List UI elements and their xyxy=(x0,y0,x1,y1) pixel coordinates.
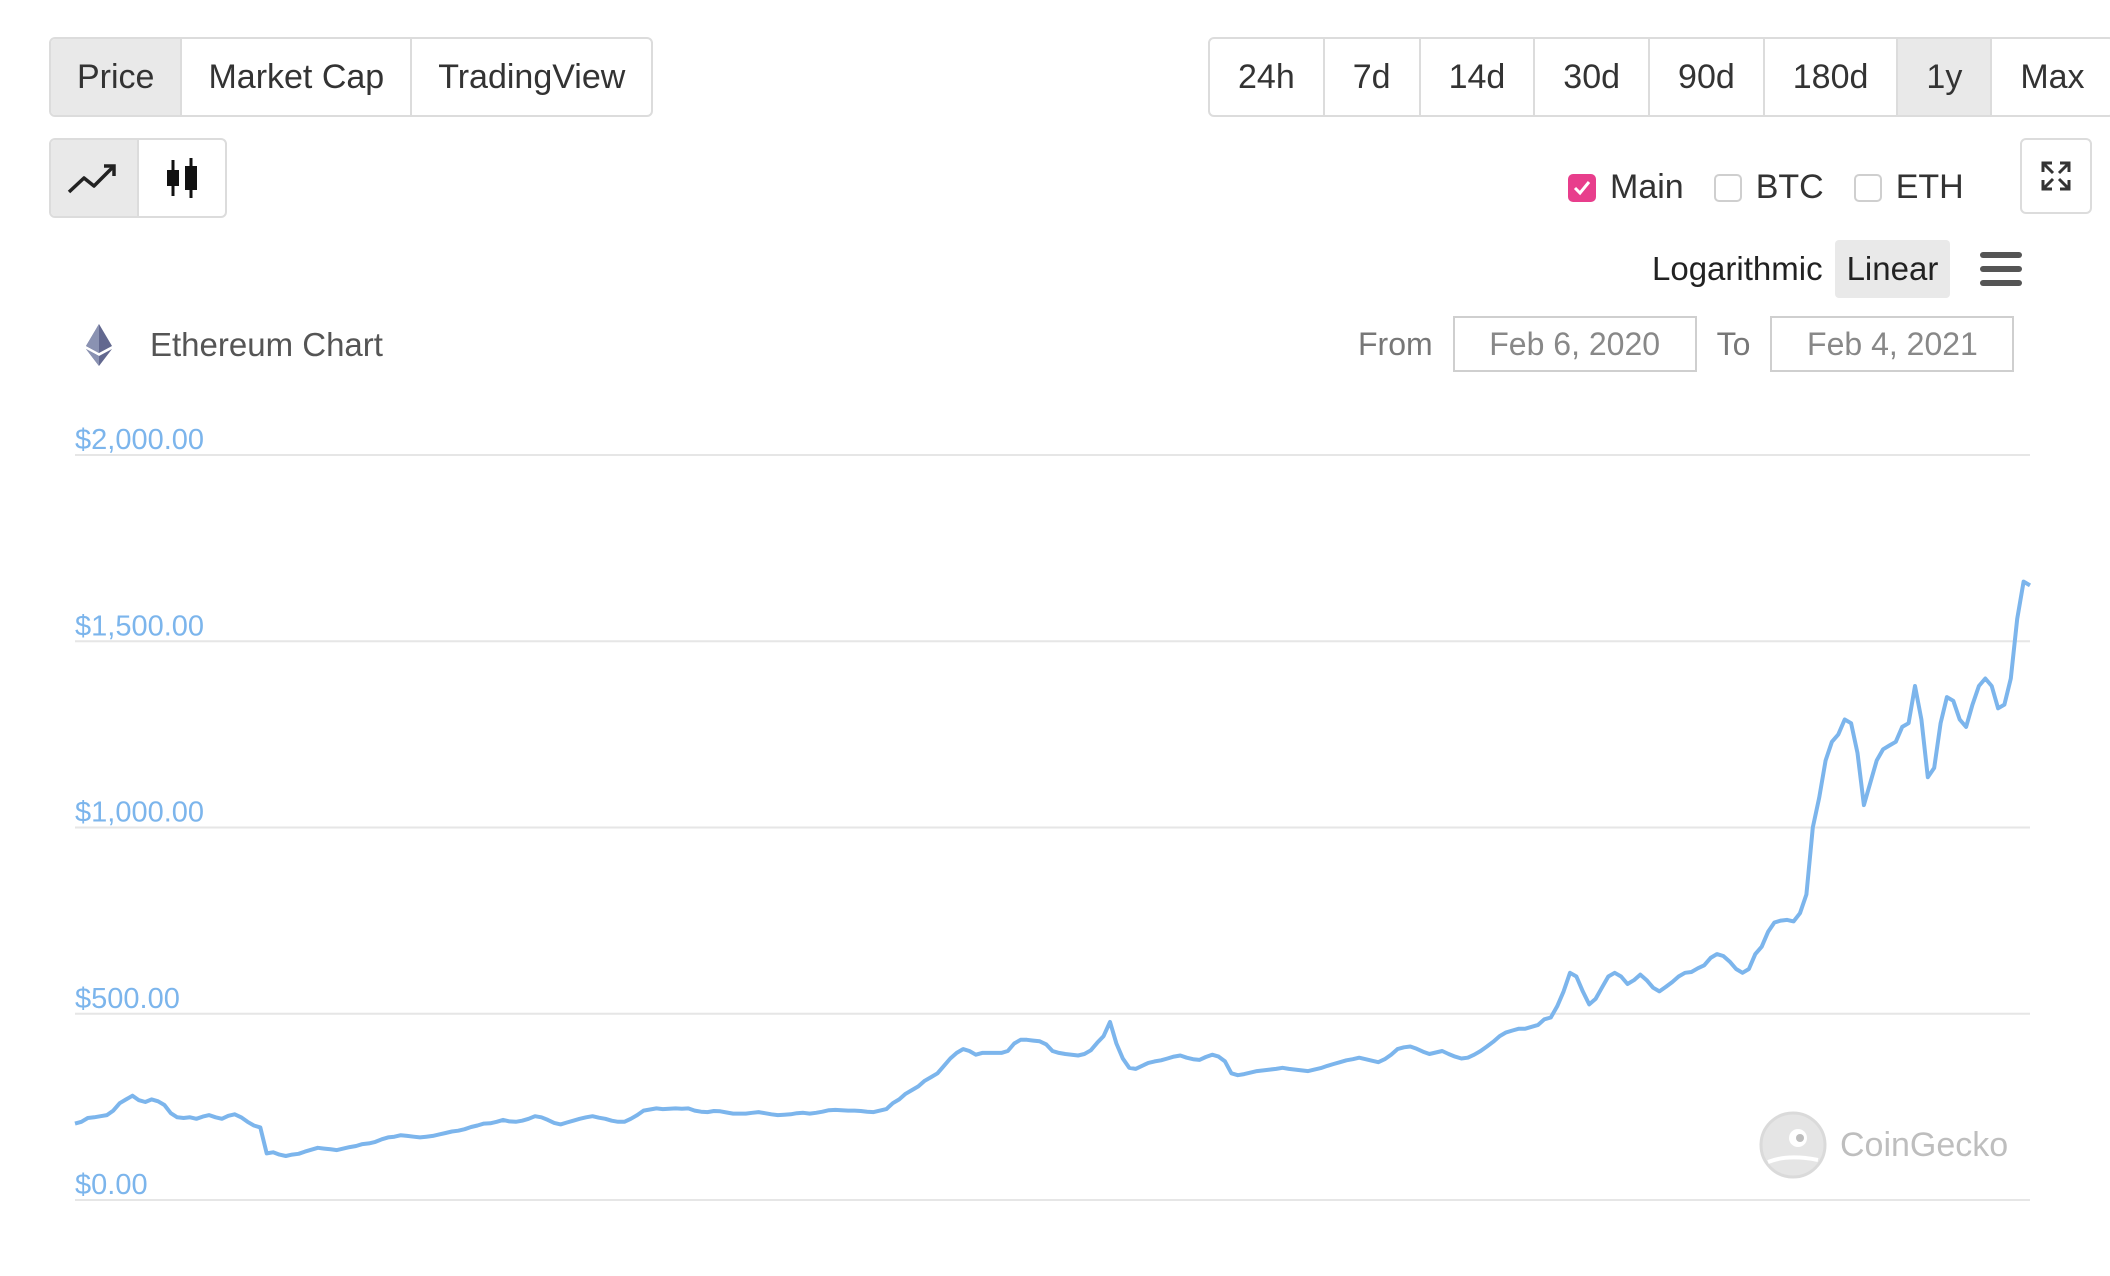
price-series-line xyxy=(74,579,2032,1158)
y-tick-label: $0.00 xyxy=(75,1169,148,1201)
y-tick-label: $500.00 xyxy=(75,983,180,1015)
price-chart: $0.00 $500.00 $1,000.00 $1,500.00 $2,000.00 xyxy=(74,424,2032,1201)
coingecko-watermark: CoinGecko xyxy=(1758,1110,2008,1180)
y-tick-label: $2,000.00 xyxy=(75,424,204,456)
watermark-text: CoinGecko xyxy=(1840,1125,2009,1164)
y-tick-label: $1,500.00 xyxy=(75,610,204,642)
coingecko-logo-icon xyxy=(1759,1111,1827,1179)
y-tick-label: $1,000.00 xyxy=(75,797,204,829)
